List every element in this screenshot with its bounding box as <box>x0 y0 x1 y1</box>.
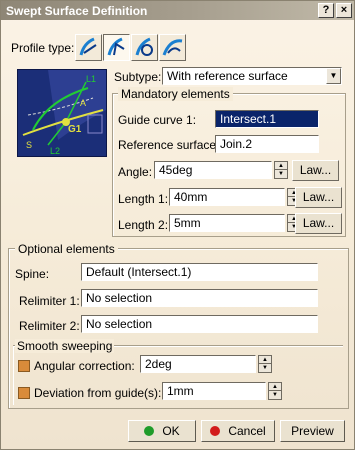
explicit-profile-icon <box>162 39 183 56</box>
reference-surface-label: Reference surface: <box>118 138 220 152</box>
angle-law-button[interactable]: Law... <box>292 160 339 181</box>
ok-icon <box>144 426 155 436</box>
preview-button[interactable]: Preview <box>280 420 345 442</box>
angle-label: A <box>80 98 86 108</box>
guide-curve-label: Guide curve 1: <box>118 113 197 127</box>
ok-button[interactable]: OK <box>128 420 196 442</box>
circle-profile-icon <box>107 37 125 56</box>
ok-label: OK <box>162 424 180 438</box>
profile-circle-button[interactable] <box>103 34 130 61</box>
smooth-sweeping-title: Smooth sweeping <box>15 339 115 353</box>
close-button[interactable]: × <box>336 3 352 18</box>
profile-explicit-button[interactable] <box>159 34 186 61</box>
mandatory-elements-title: Mandatory elements <box>118 87 233 101</box>
relimiter2-label: Relimiter 2: <box>19 319 80 333</box>
spine-label: Spine: <box>15 267 50 281</box>
length1-law-button[interactable]: Law... <box>295 187 342 208</box>
angular-correction-checkbox[interactable] <box>18 360 30 372</box>
spine-field[interactable]: Default (Intersect.1) <box>81 263 318 281</box>
conic-profile-icon <box>135 37 153 56</box>
angular-correction-field[interactable]: 2deg <box>140 355 256 373</box>
relimiter2-field[interactable]: No selection <box>81 315 318 333</box>
angle-spinner[interactable]: ▲ ▼ <box>274 161 288 179</box>
line-profile-icon <box>79 37 97 56</box>
title-bar[interactable]: Swept Surface Definition <box>1 1 354 20</box>
length1-label: Length 1: <box>118 192 169 206</box>
guide-curve-field[interactable]: Intersect.1 <box>215 110 319 128</box>
deviation-label: Deviation from guide(s): <box>34 386 162 400</box>
chevron-down-icon[interactable]: ▼ <box>326 68 341 84</box>
reference-surface-field[interactable]: Join.2 <box>215 135 319 153</box>
sweep-diagram: L1 A G1 S L2 <box>22 70 106 156</box>
length1-field[interactable]: 40mm <box>169 188 285 206</box>
deviation-checkbox[interactable] <box>18 387 30 399</box>
sweep-preview-image: L1 A G1 S L2 <box>17 69 107 157</box>
cancel-button[interactable]: Cancel <box>201 420 275 442</box>
subtype-value: With reference surface <box>167 69 288 83</box>
window-title: Swept Surface Definition <box>6 4 148 18</box>
help-button[interactable]: ? <box>318 3 334 18</box>
subtype-label: Subtype: <box>114 70 162 84</box>
cancel-icon <box>210 426 221 436</box>
deviation-spinner[interactable]: ▲ ▼ <box>268 382 282 400</box>
profile-conic-button[interactable] <box>131 34 158 61</box>
profile-type-label: Profile type: <box>11 41 75 55</box>
profile-line-button[interactable] <box>75 34 102 61</box>
swept-surface-dialog: Swept Surface Definition ? × Profile typ… <box>0 0 355 450</box>
length2-field[interactable]: 5mm <box>169 214 285 232</box>
relimiter1-field[interactable]: No selection <box>81 289 318 307</box>
angle-field[interactable]: 45deg <box>154 161 272 179</box>
angle-label-text: Angle: <box>118 165 153 179</box>
length2-label: Length 2: <box>118 218 169 232</box>
relimiter1-label: Relimiter 1: <box>19 294 80 308</box>
l2-label: L2 <box>50 146 60 156</box>
cancel-label: Cancel <box>228 424 266 438</box>
s-label: S <box>26 140 32 150</box>
angular-correction-spinner[interactable]: ▲ ▼ <box>258 355 272 373</box>
deviation-field[interactable]: 1mm <box>162 382 266 400</box>
angular-correction-label: Angular correction: <box>34 359 135 373</box>
length2-law-button[interactable]: Law... <box>295 213 342 234</box>
l1-label: L1 <box>86 74 96 84</box>
subtype-select[interactable]: With reference surface ▼ <box>162 67 342 85</box>
optional-elements-title: Optional elements <box>15 242 118 256</box>
g1-label: G1 <box>68 124 82 135</box>
